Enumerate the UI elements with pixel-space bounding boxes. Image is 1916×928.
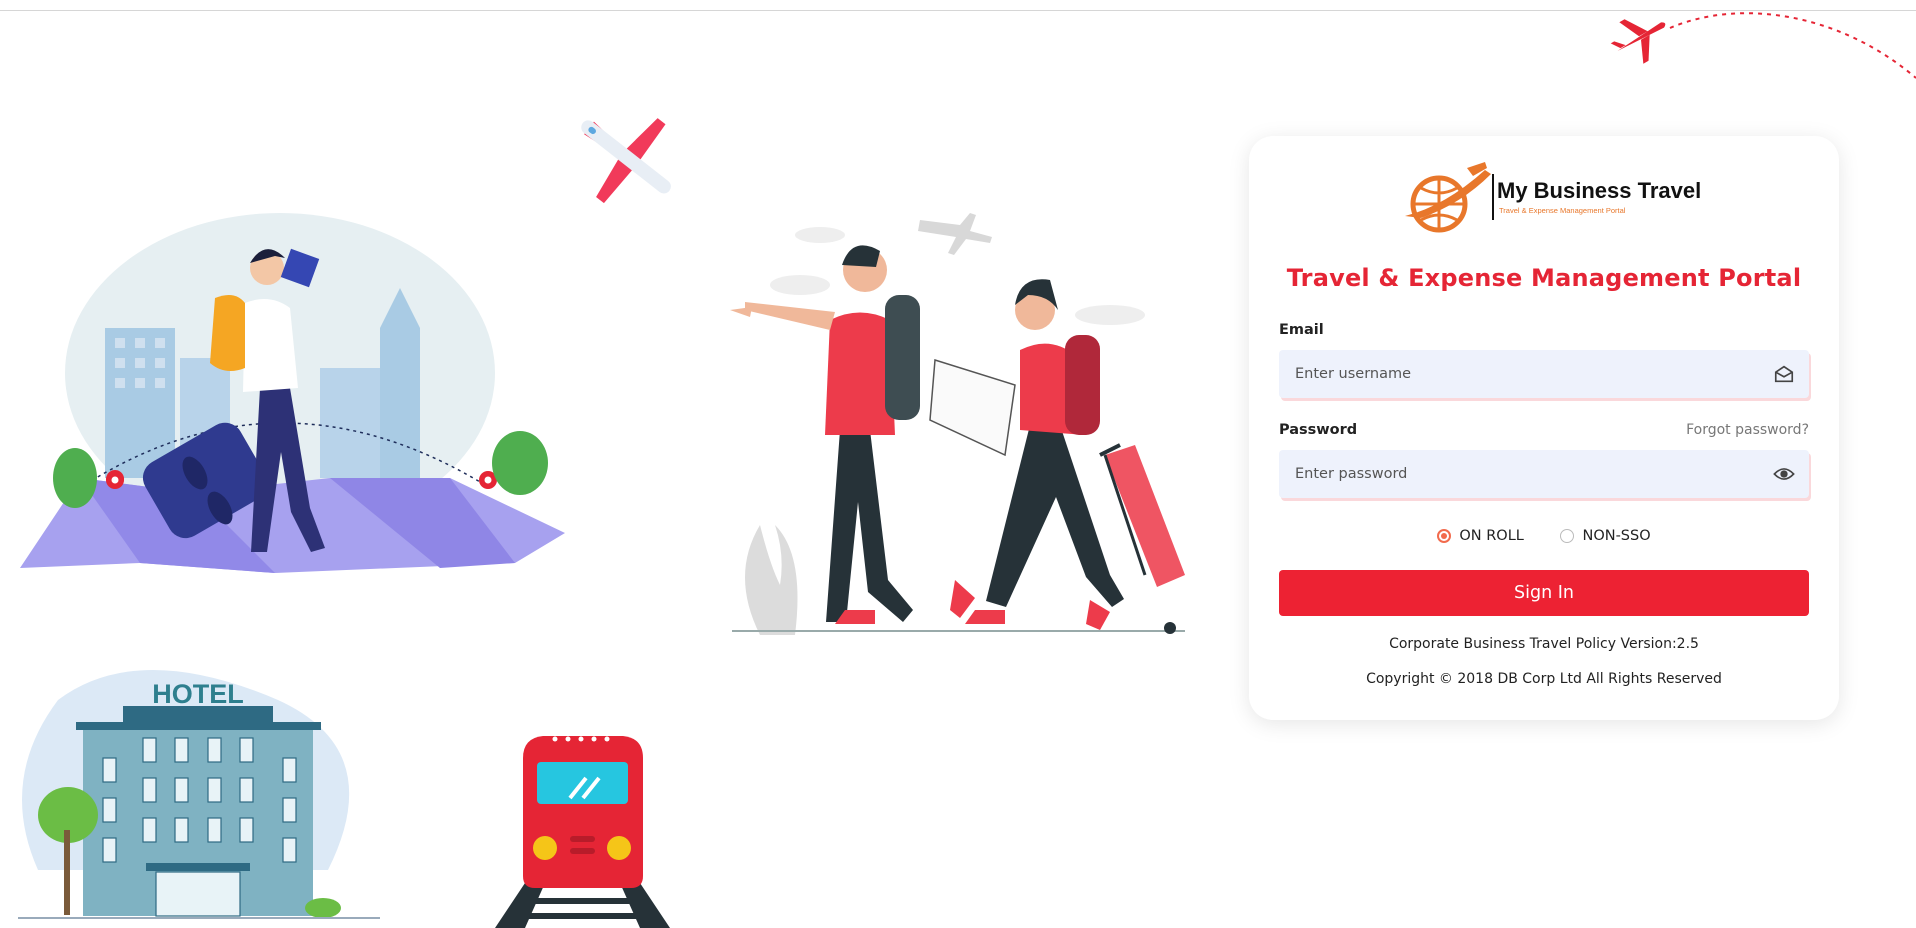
email-field[interactable] bbox=[1279, 350, 1771, 398]
copyright-text: Copyright © 2018 DB Corp Ltd All Rights … bbox=[1366, 671, 1722, 687]
radio-non-sso[interactable]: NON-SSO bbox=[1560, 528, 1651, 544]
flight-path-airplane-icon bbox=[1610, 12, 1916, 79]
login-type-radio-group: ON ROLL NON-SSO bbox=[1249, 528, 1839, 547]
train-illustration bbox=[495, 736, 670, 928]
password-label: Password bbox=[1279, 422, 1358, 438]
forgot-password-link[interactable]: Forgot password? bbox=[1686, 422, 1809, 438]
hotel-illustration: HOTEL bbox=[18, 670, 380, 919]
radio-unselected-indicator bbox=[1560, 529, 1575, 543]
brand-tagline: Travel & Expense Management Portal bbox=[1499, 206, 1626, 215]
radio-on-roll-label: ON ROLL bbox=[1459, 528, 1524, 544]
email-label: Email bbox=[1279, 322, 1324, 338]
eye-icon[interactable] bbox=[1773, 463, 1795, 485]
policy-version-text: Corporate Business Travel Policy Version… bbox=[1389, 636, 1699, 652]
radio-selected-indicator bbox=[1437, 529, 1452, 543]
airplane-icon bbox=[581, 118, 671, 204]
hotel-sign: HOTEL bbox=[152, 679, 244, 709]
password-field-wrapper bbox=[1279, 450, 1809, 498]
radio-on-roll[interactable]: ON ROLL bbox=[1437, 528, 1524, 544]
login-card: My Business Travel Travel & Expense Mana… bbox=[1249, 136, 1839, 720]
password-field[interactable] bbox=[1279, 450, 1771, 498]
traveler-map-illustration bbox=[20, 213, 565, 573]
travelers-couple-illustration bbox=[730, 213, 1185, 635]
page-title: Travel & Expense Management Portal bbox=[1286, 264, 1802, 292]
radio-non-sso-label: NON-SSO bbox=[1582, 528, 1651, 544]
envelope-open-icon bbox=[1774, 365, 1794, 383]
email-field-wrapper bbox=[1279, 350, 1809, 398]
brand-name: My Business Travel bbox=[1497, 178, 1702, 203]
sign-in-button[interactable]: Sign In bbox=[1279, 570, 1809, 616]
